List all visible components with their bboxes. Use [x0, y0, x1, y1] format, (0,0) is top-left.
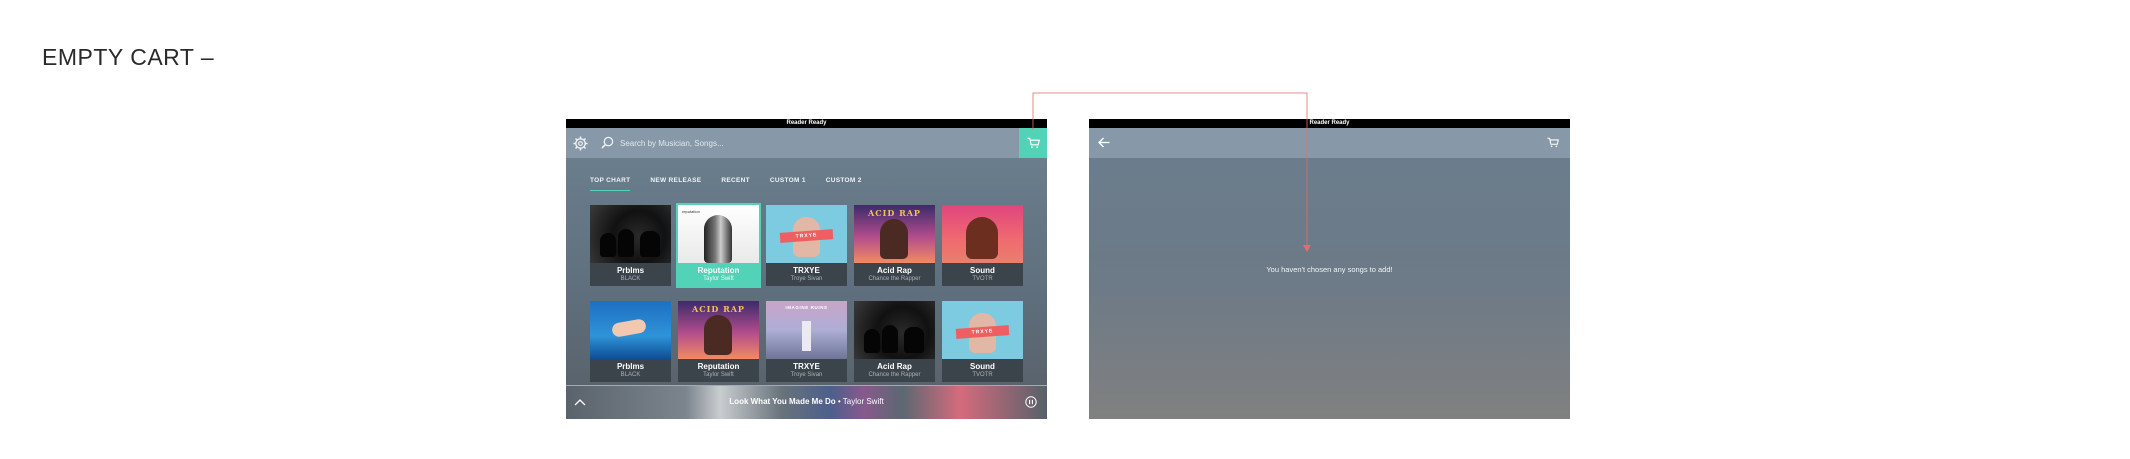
album-art: reputation — [678, 205, 759, 263]
album-card[interactable]: Prblms BLACK — [590, 205, 671, 286]
now-playing-song: Look What You Made Me Do — [729, 397, 836, 406]
back-arrow-icon[interactable] — [1098, 137, 1110, 148]
album-art: ACID RAP — [854, 205, 935, 263]
album-grid: Prblms BLACK reputation Reputation Taylor … — [590, 203, 1026, 397]
empty-cart-message: You haven't chosen any songs to add! — [1266, 265, 1393, 274]
tab-new-release[interactable]: NEW RELEASE — [650, 177, 701, 191]
music-catalog-screen: Reader Ready TOP CHART NEW RELEASE — [566, 119, 1047, 419]
cart-button[interactable] — [1019, 128, 1047, 158]
album-card[interactable]: ACID RAP Acid Rap Chance the Rapper — [854, 205, 935, 286]
page-title: EMPTY CART – — [42, 44, 215, 70]
gear-icon[interactable] — [573, 136, 588, 151]
album-artist: Troye Sivan — [790, 276, 823, 282]
album-card[interactable]: Sound TVOTR — [942, 205, 1023, 286]
album-title: Sound — [970, 362, 995, 371]
album-artist: Chance the Rapper — [868, 276, 921, 282]
pause-icon[interactable] — [1025, 396, 1037, 408]
album-card[interactable]: IMAGINE RUINS TRXYE Troye Sivan — [766, 301, 847, 382]
tab-top-chart[interactable]: TOP CHART — [590, 177, 631, 191]
album-artist: TVOTR — [972, 372, 993, 378]
album-row: Prblms BLACK reputation Reputation Taylor … — [590, 203, 1026, 288]
search-input[interactable] — [620, 136, 920, 150]
album-artist: BLACK — [620, 372, 641, 378]
album-art — [942, 205, 1023, 263]
top-bar — [1089, 128, 1570, 158]
status-bar: Reader Ready — [566, 119, 1047, 128]
album-artist: Taylor Swift — [703, 372, 734, 378]
album-art-text: TRXYE — [955, 325, 1010, 339]
album-art: IMAGINE RUINS — [766, 301, 847, 359]
category-tabs: TOP CHART NEW RELEASE RECENT CUSTOM 1 CU… — [590, 177, 882, 191]
tab-custom-1[interactable]: CUSTOM 1 — [770, 177, 806, 191]
album-artist: Taylor Swift — [703, 276, 734, 282]
album-art — [590, 205, 671, 263]
album-art-text: ACID RAP — [868, 208, 921, 218]
album-title: Acid Rap — [877, 362, 912, 371]
cart-icon — [1027, 137, 1040, 149]
flow-connector — [1032, 92, 1311, 252]
album-art-text: TRXYE — [779, 229, 834, 243]
album-title: Reputation — [697, 266, 740, 275]
album-title: TRXYE — [793, 266, 820, 275]
album-artist: BLACK — [620, 276, 641, 282]
album-title: Acid Rap — [877, 266, 912, 275]
album-card[interactable]: ACID RAP Reputation Taylor Swift — [678, 301, 759, 382]
album-art-text: ACID RAP — [692, 304, 745, 314]
album-title: Sound — [970, 266, 995, 275]
album-card[interactable]: Acid Rap Chance the Rapper — [854, 301, 935, 382]
album-artist: TVOTR — [972, 276, 993, 282]
album-card[interactable]: Prblms BLACK — [590, 301, 671, 382]
album-title: Reputation — [697, 362, 740, 371]
album-artist: Chance the Rapper — [868, 372, 921, 378]
status-bar: Reader Ready — [1089, 119, 1570, 128]
album-art — [590, 301, 671, 359]
album-title: Prblms — [616, 266, 645, 275]
album-art: ACID RAP — [678, 301, 759, 359]
album-title: Prblms — [616, 362, 645, 371]
album-artist: Troye Sivan — [790, 372, 823, 378]
album-art: TRXYE — [766, 205, 847, 263]
album-art — [854, 301, 935, 359]
album-card[interactable]: TRXYE Sound TVOTR — [942, 301, 1023, 382]
tab-custom-2[interactable]: CUSTOM 2 — [826, 177, 862, 191]
search-icon — [601, 136, 614, 149]
top-bar — [566, 128, 1047, 158]
album-card[interactable]: TRXYE TRXYE Troye Sivan — [766, 205, 847, 286]
album-title: TRXYE — [793, 362, 820, 371]
empty-cart-screen: Reader Ready You haven't chosen any song… — [1089, 119, 1570, 419]
album-row: Prblms BLACK ACID RAP Reputation Taylor Sw… — [590, 301, 1026, 382]
now-playing-artist: Taylor Swift — [842, 397, 884, 406]
now-playing-separator: • — [835, 397, 843, 406]
now-playing-text: Look What You Made Me Do • Taylor Swift — [566, 397, 1047, 406]
tab-recent[interactable]: RECENT — [721, 177, 750, 191]
album-card-selected[interactable]: reputation Reputation Taylor Swift — [676, 203, 761, 288]
album-art: TRXYE — [942, 301, 1023, 359]
album-art-text: IMAGINE RUINS — [785, 305, 828, 310]
album-art-text: reputation — [682, 209, 700, 214]
now-playing-bar[interactable]: Look What You Made Me Do • Taylor Swift — [566, 385, 1047, 419]
cart-icon[interactable] — [1547, 137, 1559, 148]
